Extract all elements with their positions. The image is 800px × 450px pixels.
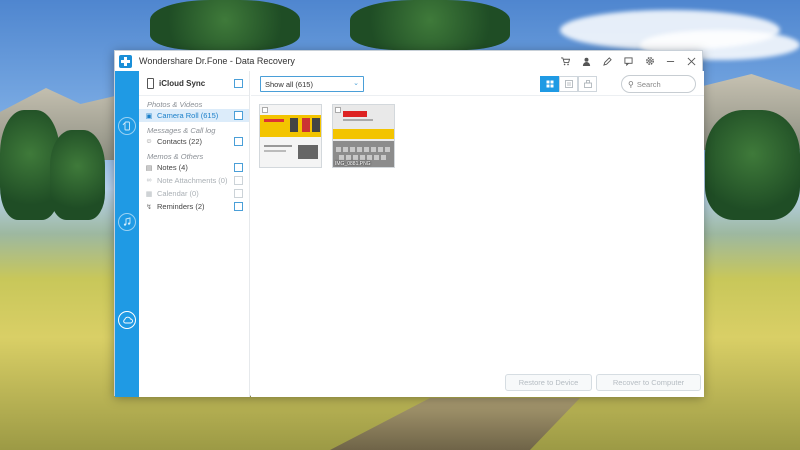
wallpaper-tree — [150, 0, 300, 50]
thumbnail-caption: IMG_0881.PNG — [335, 161, 371, 167]
restore-itunes-icon[interactable] — [118, 213, 136, 231]
group-title: Memos & Others — [147, 152, 204, 161]
grid-view-icon[interactable] — [540, 76, 559, 92]
title-bar: Wondershare Dr.Fone - Data Recovery — [115, 51, 702, 71]
reminders-icon: ↯ — [146, 203, 152, 211]
thumbnail-checkbox[interactable] — [335, 107, 341, 113]
photo-thumbnail[interactable] — [259, 104, 322, 168]
mode-sidebar — [115, 71, 139, 397]
screenshot-image — [333, 105, 394, 167]
group-title: Photos & Videos — [147, 100, 203, 109]
minimize-icon[interactable] — [660, 51, 681, 71]
close-icon[interactable] — [681, 51, 702, 71]
category-checkbox[interactable] — [234, 163, 243, 172]
source-label: iCloud Sync — [159, 78, 206, 88]
phone-icon — [147, 77, 154, 89]
feedback-icon[interactable] — [618, 51, 639, 71]
wallpaper-path — [330, 398, 580, 450]
category-reminders[interactable]: ↯ Reminders (2) — [139, 200, 249, 213]
category-label: Notes (4) — [157, 163, 188, 172]
app-window: Wondershare Dr.Fone - Data Recovery iClo… — [114, 50, 704, 397]
wallpaper-tree — [350, 0, 510, 50]
detail-view-icon[interactable] — [578, 76, 597, 92]
category-label: Calendar (0) — [157, 189, 199, 198]
list-view-icon[interactable] — [559, 76, 578, 92]
wallpaper-tree — [50, 130, 105, 220]
content-toolbar: Show all (615) ⌄ ⚲ Search — [251, 71, 704, 96]
category-label: Camera Roll (615) — [157, 111, 219, 120]
category-checkbox — [234, 189, 243, 198]
category-note-attachments: ∞ Note Attachments (0) — [139, 174, 249, 187]
search-icon: ⚲ — [628, 79, 634, 89]
restore-device-icon[interactable] — [118, 117, 136, 135]
restore-to-device-button[interactable]: Restore to Device — [505, 374, 592, 391]
app-logo-icon — [119, 54, 132, 68]
notes-icon: ▤ — [145, 164, 153, 172]
attachment-icon: ∞ — [146, 177, 152, 184]
camera-icon: ▣ — [145, 112, 153, 120]
category-label: Contacts (22) — [157, 137, 203, 146]
category-label: Note Attachments (0) — [157, 176, 228, 185]
photo-thumbnail[interactable]: IMG_0881.PNG — [332, 104, 395, 168]
calendar-icon: ▦ — [145, 190, 153, 198]
category-calendar: ▦ Calendar (0) — [139, 187, 249, 200]
recover-to-computer-button[interactable]: Recover to Computer — [596, 374, 701, 391]
user-icon[interactable] — [576, 51, 597, 71]
category-header: iCloud Sync — [139, 71, 249, 96]
group-title: Messages & Call log — [147, 126, 216, 135]
search-input[interactable]: ⚲ Search — [621, 75, 696, 93]
category-checkbox — [234, 176, 243, 185]
category-checkbox[interactable] — [234, 202, 243, 211]
screenshot-image — [260, 105, 321, 167]
category-panel: iCloud Sync Photos & Videos ▣ Camera Rol… — [139, 71, 250, 397]
contacts-icon: ☺ — [145, 138, 153, 145]
settings-icon[interactable] — [639, 51, 660, 71]
select-all-checkbox[interactable] — [234, 78, 243, 88]
category-contacts[interactable]: ☺ Contacts (22) — [139, 135, 249, 148]
thumbnail-checkbox[interactable] — [262, 107, 268, 113]
edit-icon[interactable] — [597, 51, 618, 71]
category-checkbox[interactable] — [234, 111, 243, 120]
filter-dropdown[interactable]: Show all (615) ⌄ — [260, 76, 364, 92]
category-camera-roll[interactable]: ▣ Camera Roll (615) — [139, 109, 249, 122]
chevron-down-icon: ⌄ — [353, 80, 359, 87]
main-content: Show all (615) ⌄ ⚲ Search IMG_0881.PNG R… — [251, 71, 704, 397]
restore-icloud-icon[interactable] — [118, 311, 136, 329]
window-title: Wondershare Dr.Fone - Data Recovery — [139, 56, 295, 66]
filter-value: Show all (615) — [265, 79, 313, 89]
search-placeholder: Search — [636, 79, 661, 89]
cart-icon[interactable] — [555, 51, 576, 71]
view-mode-toggle — [540, 76, 597, 92]
wallpaper-tree — [705, 110, 800, 220]
category-checkbox[interactable] — [234, 137, 243, 146]
category-notes[interactable]: ▤ Notes (4) — [139, 161, 249, 174]
category-label: Reminders (2) — [157, 202, 205, 211]
